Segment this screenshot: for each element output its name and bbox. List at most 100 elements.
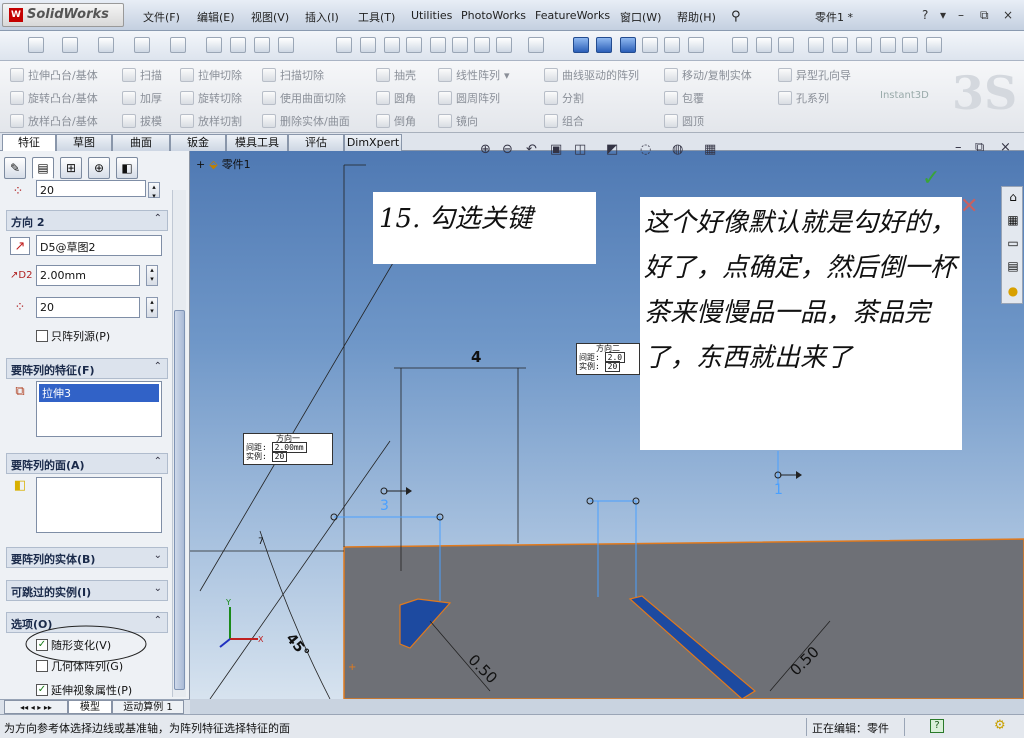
cmd-hole-wizard[interactable]: 异型孔向导 <box>778 67 851 83</box>
statistics-icon[interactable] <box>496 37 512 53</box>
shaded-cube-icon[interactable] <box>573 37 589 53</box>
feature-tree-root[interactable]: + ⬙ 零件1 <box>196 156 251 172</box>
cmd-delete-body[interactable]: 删除实体/曲面 <box>262 113 350 129</box>
properties-icon[interactable] <box>254 37 270 53</box>
list-item[interactable]: 拉伸3 <box>39 384 159 402</box>
rebuild-status-icon[interactable]: ⚙ <box>994 718 1006 733</box>
shaded-edges-icon[interactable] <box>596 37 612 53</box>
ok-check-icon[interactable]: ✓ <box>922 166 940 191</box>
dir2-instances-spinner[interactable]: ▴ ▾ <box>146 297 158 318</box>
spell-icon[interactable] <box>360 37 376 53</box>
trim-icon[interactable] <box>856 37 872 53</box>
cmd-extrude-boss[interactable]: 拉伸凸台/基体 <box>10 67 98 83</box>
arc-icon[interactable] <box>808 37 824 53</box>
tab-model[interactable]: 模型 <box>68 700 112 714</box>
cmd-combine[interactable]: 组合 <box>544 113 584 129</box>
appearance-icon[interactable]: ◍ <box>672 142 683 157</box>
menu-photoworks[interactable]: PhotoWorks <box>461 9 526 22</box>
dir2-spacing-spinner[interactable]: ▴ ▾ <box>146 265 158 286</box>
minimize-button[interactable]: – <box>958 8 964 22</box>
select-icon[interactable] <box>336 37 352 53</box>
cmd-move-copy-body[interactable]: 移动/复制实体 <box>664 67 752 83</box>
convert-icon[interactable] <box>902 37 918 53</box>
cmd-split[interactable]: 分割 <box>544 90 584 106</box>
section-props-icon[interactable] <box>430 37 446 53</box>
tab-dimxpert[interactable]: DimXpert <box>344 134 402 151</box>
previous-view-icon[interactable]: ↶ <box>526 142 537 157</box>
direction2-callout[interactable]: 方向二 间距: 2.0 实例: 20 <box>576 343 640 375</box>
check-icon[interactable] <box>452 37 468 53</box>
cmd-loft-boss[interactable]: 放样凸台/基体 <box>10 113 98 129</box>
direction1-callout[interactable]: 方向一 间距: 2.00mm 实例: 20 <box>243 433 333 465</box>
instant3d-button[interactable]: Instant3D <box>880 90 929 101</box>
appearance-ball-icon[interactable]: ● <box>1005 283 1021 299</box>
section-faces-to-pattern[interactable]: 要阵列的面(A) ⌃ <box>6 453 168 474</box>
menu-tools[interactable]: 工具(T) <box>358 9 395 25</box>
section-instances-to-skip[interactable]: 可跳过的实例(I) ⌄ <box>6 580 168 601</box>
home-icon[interactable]: ⌂ <box>1005 189 1021 205</box>
viewport-close-icon[interactable]: × <box>1000 140 1011 155</box>
display-style-icon[interactable]: ◩ <box>606 142 618 157</box>
tab-evaluate[interactable]: 评估 <box>288 134 344 151</box>
cmd-shell[interactable]: 抽壳 <box>376 67 416 83</box>
scene-icon[interactable]: ▦ <box>704 142 716 157</box>
layers-icon[interactable] <box>278 37 294 53</box>
faces-list[interactable] <box>36 477 162 533</box>
dir2-spacing-field[interactable]: 2.00mm <box>36 265 140 286</box>
viewport-minimize-icon[interactable]: – <box>955 140 962 155</box>
dir2-reference-field[interactable]: D5@草图2 <box>36 235 162 256</box>
help-button[interactable]: ? <box>922 8 928 22</box>
cmd-loft-cut[interactable]: 放样切割 <box>180 113 242 129</box>
close-button[interactable]: × <box>1003 8 1013 22</box>
section-features-to-pattern[interactable]: 要阵列的特征(F) ⌃ <box>6 358 168 379</box>
menu-edit[interactable]: 编辑(E) <box>197 9 235 25</box>
section-view-icon[interactable]: ▣ <box>550 142 562 157</box>
reverse-direction-icon[interactable]: ↗ <box>10 237 30 255</box>
dimxpert-tab-icon[interactable]: ⊕ <box>88 157 110 179</box>
checkbox-checked[interactable]: ✓ <box>36 684 48 696</box>
feature-tree-tab-icon[interactable]: ✎ <box>4 157 26 179</box>
iso-view-icon[interactable] <box>620 37 636 53</box>
section-bodies-to-pattern[interactable]: 要阵列的实体(B) ⌄ <box>6 547 168 568</box>
cmd-revolve-cut[interactable]: 旋转切除 <box>180 90 242 106</box>
zoom-fit-icon[interactable]: ⊕ <box>480 142 491 157</box>
solidworks-logo[interactable]: W SolidWorks <box>2 3 124 27</box>
sum-icon[interactable] <box>474 37 490 53</box>
new-icon[interactable] <box>28 37 44 53</box>
rectangle-icon[interactable] <box>756 37 772 53</box>
cmd-fillet[interactable]: 圆角 <box>376 90 416 106</box>
menu-help[interactable]: 帮助(H) <box>677 9 716 25</box>
redo-icon[interactable] <box>170 37 186 53</box>
mass-props-icon[interactable] <box>406 37 422 53</box>
menu-window[interactable]: 窗口(W) <box>620 9 661 25</box>
offset-icon[interactable] <box>880 37 896 53</box>
library-icon[interactable]: ▦ <box>1005 212 1021 228</box>
viewport-restore-icon[interactable]: ⧉ <box>975 140 984 155</box>
checkbox-empty[interactable] <box>36 330 48 342</box>
menu-insert[interactable]: 插入(I) <box>305 9 339 25</box>
zoom-area-icon[interactable]: ⊖ <box>502 142 513 157</box>
cmd-thicken[interactable]: 加厚 <box>122 90 162 106</box>
spline-icon[interactable] <box>832 37 848 53</box>
circle-icon[interactable] <box>778 37 794 53</box>
tab-mold-tools[interactable]: 模具工具 <box>226 134 288 151</box>
cmd-extrude-cut[interactable]: 拉伸切除 <box>180 67 242 83</box>
help-dropdown-icon[interactable]: ▾ <box>940 8 946 22</box>
restore-button[interactable]: ⧉ <box>980 8 989 23</box>
config-manager-tab-icon[interactable]: ⊞ <box>60 157 82 179</box>
only-seed-checkbox[interactable]: 只阵列源(P) <box>36 328 110 344</box>
propagate-visual-checkbox[interactable]: ✓ 延伸视象属性(P) <box>36 682 132 698</box>
tab-features[interactable]: 特征 <box>2 134 56 151</box>
move-icon[interactable] <box>528 37 544 53</box>
cmd-hole-series[interactable]: 孔系列 <box>778 90 829 106</box>
cmd-chamfer[interactable]: 倒角 <box>376 113 416 129</box>
measure-icon[interactable] <box>384 37 400 53</box>
cancel-x-icon[interactable]: ✕ <box>960 194 978 219</box>
section-view-icon[interactable] <box>642 37 658 53</box>
tab-motion-study[interactable]: 运动算例 1 <box>112 700 184 714</box>
dimension-width[interactable]: 4 <box>471 348 481 366</box>
dir1-instances-field[interactable]: 20 <box>36 180 146 197</box>
menu-view[interactable]: 视图(V) <box>251 9 289 25</box>
axis-icon[interactable] <box>688 37 704 53</box>
pin-icon[interactable]: ⚲ <box>731 9 741 24</box>
